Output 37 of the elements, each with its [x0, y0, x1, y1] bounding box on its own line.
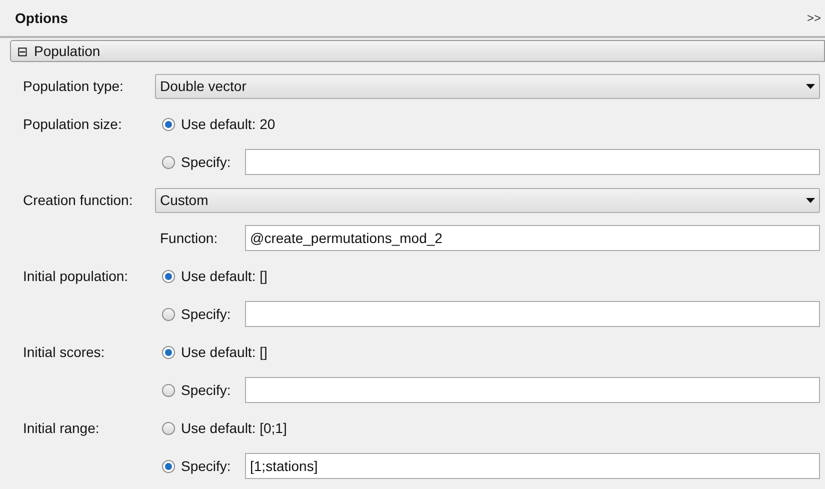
- field-label: Function:: [160, 230, 218, 246]
- radio-label: Specify:: [181, 456, 231, 476]
- radio-button[interactable]: [162, 460, 175, 472]
- dropdown[interactable]: Double vector: [155, 74, 820, 98]
- section-title: Population: [34, 42, 100, 61]
- input-field[interactable]: [245, 149, 820, 175]
- radio-label: Use default: [0;1]: [181, 418, 287, 438]
- dropdown-arrow-icon: [806, 84, 815, 88]
- field-label: Initial range:: [23, 420, 100, 436]
- panel-title: Options: [15, 8, 68, 28]
- collapse-icon[interactable]: ⊟: [17, 44, 28, 58]
- radio-label: Use default: []: [181, 266, 268, 286]
- radio-button[interactable]: [162, 156, 175, 168]
- field-label: Population type:: [23, 78, 124, 94]
- section-header[interactable]: ⊟ Population: [10, 40, 825, 62]
- radio-button[interactable]: [162, 384, 175, 396]
- radio-button[interactable]: [162, 308, 175, 320]
- field-label: Initial scores:: [23, 344, 105, 360]
- input-field[interactable]: [1;stations]: [245, 453, 820, 479]
- radio-button[interactable]: [162, 346, 175, 358]
- radio-button[interactable]: [162, 422, 175, 434]
- input-field[interactable]: @create_permutations_mod_2: [245, 225, 820, 251]
- radio-label: Specify:: [181, 152, 231, 172]
- radio-button[interactable]: [162, 118, 175, 130]
- radio-label: Use default: []: [181, 342, 268, 362]
- field-label: Creation function:: [23, 192, 133, 208]
- radio-button[interactable]: [162, 270, 175, 282]
- field-label: Population size:: [23, 116, 122, 132]
- radio-label: Specify:: [181, 304, 231, 324]
- radio-label: Use default: 20: [181, 114, 276, 134]
- input-field[interactable]: [245, 377, 820, 403]
- dropdown-arrow-icon: [806, 198, 815, 202]
- input-field[interactable]: [245, 301, 820, 327]
- dropdown[interactable]: Custom: [155, 188, 820, 212]
- field-label: Initial population:: [23, 268, 128, 284]
- expand-button[interactable]: >>: [806, 9, 821, 27]
- radio-label: Specify:: [181, 380, 231, 400]
